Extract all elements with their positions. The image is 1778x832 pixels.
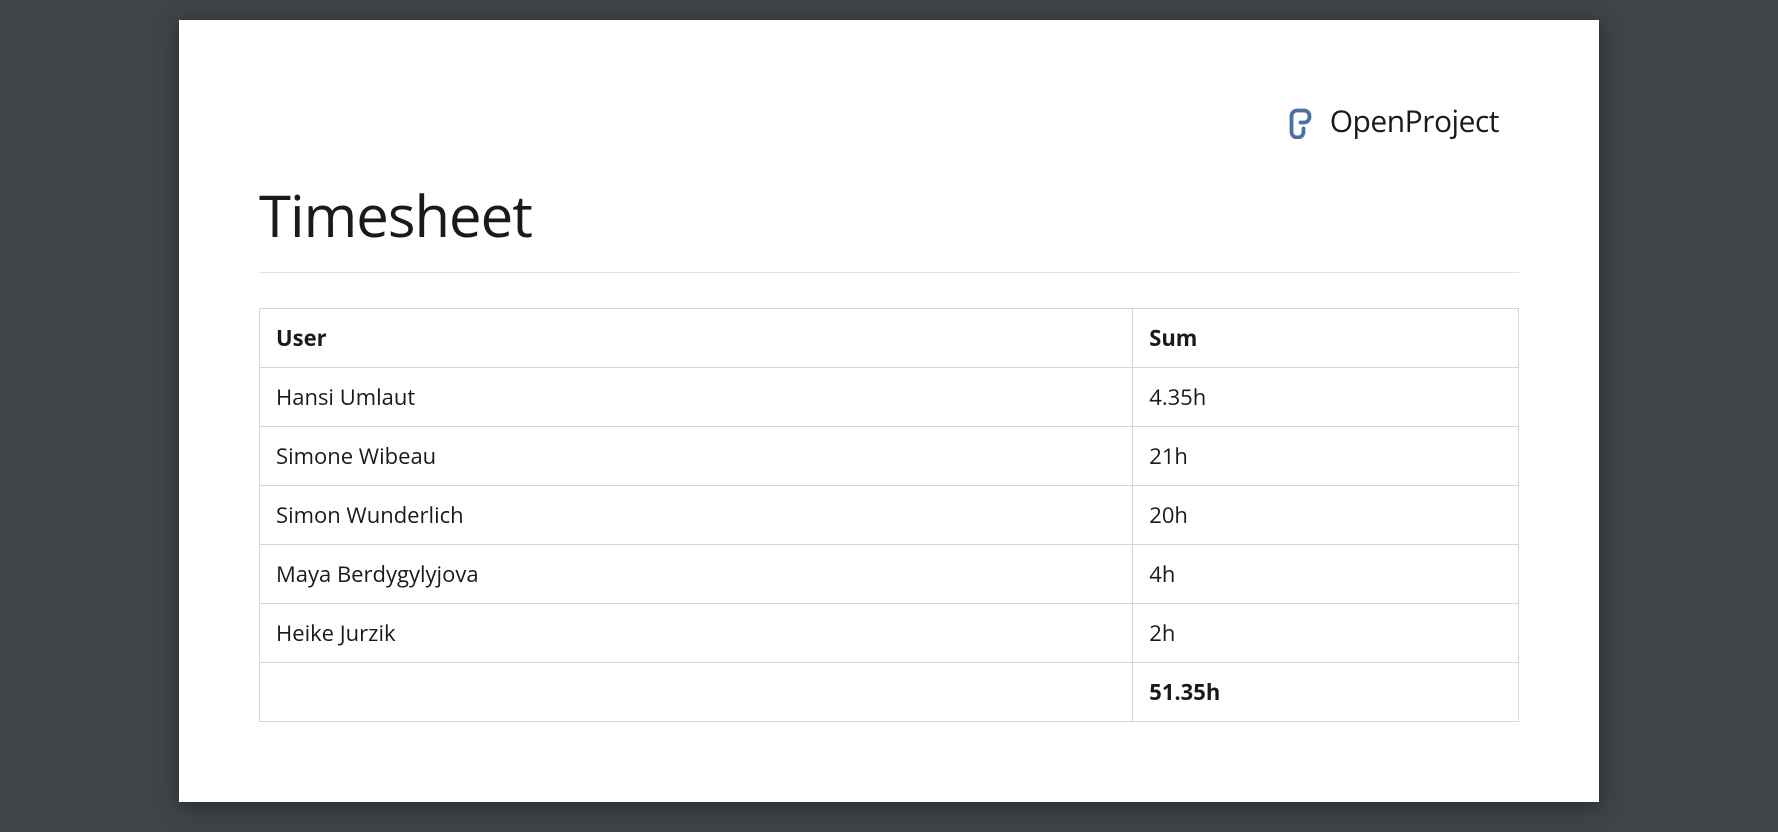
table-row: Heike Jurzik 2h bbox=[260, 604, 1519, 663]
cell-user: Maya Berdygylyjova bbox=[260, 545, 1133, 604]
title-divider bbox=[259, 272, 1519, 273]
cell-sum: 20h bbox=[1133, 486, 1519, 545]
cell-sum: 2h bbox=[1133, 604, 1519, 663]
cell-user: Simone Wibeau bbox=[260, 427, 1133, 486]
brand-name: OpenProject bbox=[1330, 100, 1499, 141]
cell-sum: 4h bbox=[1133, 545, 1519, 604]
cell-sum: 21h bbox=[1133, 427, 1519, 486]
cell-sum: 4.35h bbox=[1133, 368, 1519, 427]
cell-user: Heike Jurzik bbox=[260, 604, 1133, 663]
column-header-user: User bbox=[260, 309, 1133, 368]
table-row: Simon Wunderlich 20h bbox=[260, 486, 1519, 545]
openproject-icon bbox=[1284, 103, 1320, 139]
page-title: Timesheet bbox=[259, 175, 1519, 254]
table-row: Simone Wibeau 21h bbox=[260, 427, 1519, 486]
timesheet-table: User Sum Hansi Umlaut 4.35h Simone Wibea… bbox=[259, 308, 1519, 722]
table-header-row: User Sum bbox=[260, 309, 1519, 368]
table-row: Maya Berdygylyjova 4h bbox=[260, 545, 1519, 604]
cell-user: Simon Wunderlich bbox=[260, 486, 1133, 545]
document-page: OpenProject Timesheet User Sum Hansi Uml… bbox=[179, 20, 1599, 802]
cell-user: Hansi Umlaut bbox=[260, 368, 1133, 427]
cell-total-user bbox=[260, 663, 1133, 722]
cell-total-sum: 51.35h bbox=[1133, 663, 1519, 722]
table-row: Hansi Umlaut 4.35h bbox=[260, 368, 1519, 427]
column-header-sum: Sum bbox=[1133, 309, 1519, 368]
brand-logo: OpenProject bbox=[1284, 100, 1499, 141]
table-total-row: 51.35h bbox=[260, 663, 1519, 722]
